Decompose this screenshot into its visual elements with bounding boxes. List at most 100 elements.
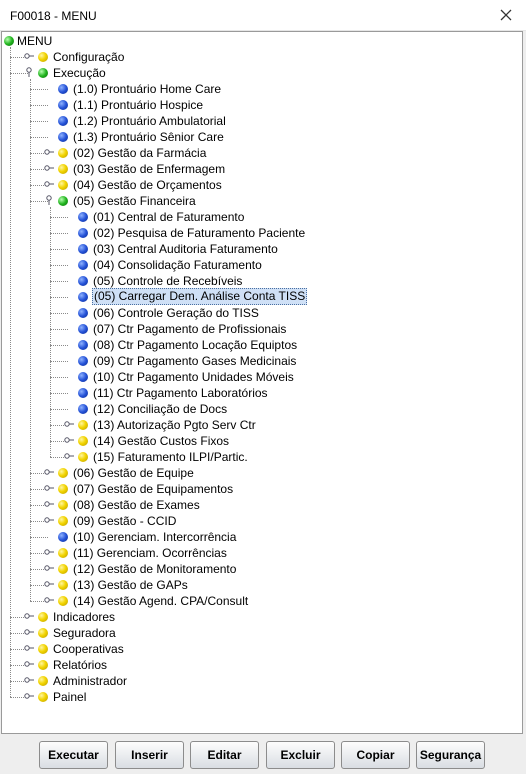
tree-node[interactable]: (09) Gestão - CCID <box>2 513 522 529</box>
expand-handle-icon[interactable] <box>44 163 54 173</box>
tree-node[interactable]: (07) Ctr Pagamento de Profissionais <box>2 321 522 337</box>
tree-node[interactable]: Execução <box>2 65 522 81</box>
yellow-ball-icon <box>78 452 88 462</box>
tree-node-label: (11) Ctr Pagamento Laboratórios <box>93 386 268 400</box>
tree-node[interactable]: (11) Gerenciam. Ocorrências <box>2 545 522 561</box>
tree-node[interactable]: (07) Gestão de Equipamentos <box>2 481 522 497</box>
expand-handle-icon[interactable] <box>44 595 54 605</box>
tree-node[interactable]: (04) Consolidação Faturamento <box>2 257 522 273</box>
tree-node[interactable]: (08) Ctr Pagamento Locação Equiptos <box>2 337 522 353</box>
tree-node[interactable]: (11) Ctr Pagamento Laboratórios <box>2 385 522 401</box>
seguranca-button[interactable]: Segurança <box>416 741 485 769</box>
yellow-ball-icon <box>58 516 68 526</box>
yellow-ball-icon <box>58 484 68 494</box>
green-ball-icon <box>58 196 68 206</box>
tree-node-label: Configuração <box>53 50 125 64</box>
tree-node-label: (12) Conciliação de Docs <box>93 402 228 416</box>
tree-node-label: (08) Ctr Pagamento Locação Equiptos <box>93 338 298 352</box>
tree-node[interactable]: (13) Autorização Pgto Serv Ctr <box>2 417 522 433</box>
tree-node[interactable]: MENU <box>2 33 522 49</box>
tree-node-label: Cooperativas <box>53 642 124 656</box>
tree-node[interactable]: (1.1) Prontuário Hospice <box>2 97 522 113</box>
tree-node[interactable]: (15) Faturamento ILPI/Partic. <box>2 449 522 465</box>
tree-node[interactable]: (12) Gestão de Monitoramento <box>2 561 522 577</box>
expand-handle-icon[interactable] <box>44 467 54 477</box>
expand-handle-icon[interactable] <box>44 547 54 557</box>
expand-handle-icon[interactable] <box>64 419 74 429</box>
tree-node[interactable]: (12) Conciliação de Docs <box>2 401 522 417</box>
tree-node[interactable]: (1.3) Prontuário Sênior Care <box>2 129 522 145</box>
tree-node[interactable]: Relatórios <box>2 657 522 673</box>
expand-handle-icon[interactable] <box>64 451 74 461</box>
tree-node[interactable]: (03) Gestão de Enfermagem <box>2 161 522 177</box>
tree-node[interactable]: (09) Ctr Pagamento Gases Medicinais <box>2 353 522 369</box>
tree-node[interactable]: Configuração <box>2 49 522 65</box>
collapse-handle-icon[interactable] <box>24 67 34 77</box>
close-button[interactable] <box>486 0 526 30</box>
expand-handle-icon[interactable] <box>44 483 54 493</box>
tree-node[interactable]: (08) Gestão de Exames <box>2 497 522 513</box>
blue-ball-icon <box>78 404 88 414</box>
tree-node[interactable]: Cooperativas <box>2 641 522 657</box>
expand-handle-icon[interactable] <box>44 515 54 525</box>
window-title: F00018 - MENU <box>10 9 97 23</box>
collapse-handle-icon[interactable] <box>44 195 54 205</box>
tree-node[interactable]: (04) Gestão de Orçamentos <box>2 177 522 193</box>
tree-node-label: (02) Pesquisa de Faturamento Paciente <box>93 226 306 240</box>
expand-handle-icon[interactable] <box>24 51 34 61</box>
blue-ball-icon <box>78 212 88 222</box>
expand-handle-icon[interactable] <box>24 659 34 669</box>
expand-handle-icon[interactable] <box>24 675 34 685</box>
tree-node-label: Painel <box>53 690 87 704</box>
blue-ball-icon <box>78 356 88 366</box>
tree-node-label: (12) Gestão de Monitoramento <box>73 562 237 576</box>
expand-handle-icon[interactable] <box>24 627 34 637</box>
tree-node[interactable]: (06) Gestão de Equipe <box>2 465 522 481</box>
tree-node[interactable]: (1.0) Prontuário Home Care <box>2 81 522 97</box>
tree-node[interactable]: Administrador <box>2 673 522 689</box>
executar-button[interactable]: Executar <box>39 741 108 769</box>
excluir-button[interactable]: Excluir <box>266 741 335 769</box>
editar-button[interactable]: Editar <box>190 741 259 769</box>
tree-node[interactable]: Painel <box>2 689 522 705</box>
tree-node[interactable]: (14) Gestão Agend. CPA/Consult <box>2 593 522 609</box>
tree-node-label: Relatórios <box>53 658 108 672</box>
yellow-ball-icon <box>38 692 48 702</box>
tree-node-label: Administrador <box>53 674 128 688</box>
menu-tree[interactable]: MENU Configuração Execução (1.0) Prontuário… <box>1 31 523 734</box>
expand-handle-icon[interactable] <box>24 691 34 701</box>
tree-node[interactable]: (02) Pesquisa de Faturamento Paciente <box>2 225 522 241</box>
tree-node[interactable]: (13) Gestão de GAPs <box>2 577 522 593</box>
expand-handle-icon[interactable] <box>44 579 54 589</box>
expand-handle-icon[interactable] <box>44 563 54 573</box>
tree-node[interactable]: (05) Gestão Financeira <box>2 193 522 209</box>
tree-node[interactable]: (02) Gestão da Farmácia <box>2 145 522 161</box>
tree-node[interactable]: (03) Central Auditoria Faturamento <box>2 241 522 257</box>
tree-node[interactable]: (10) Ctr Pagamento Unidades Móveis <box>2 369 522 385</box>
tree-node[interactable]: (01) Central de Faturamento <box>2 209 522 225</box>
expand-handle-icon[interactable] <box>44 179 54 189</box>
tree-node[interactable]: Indicadores <box>2 609 522 625</box>
tree-node[interactable]: (06) Controle Geração do TISS <box>2 305 522 321</box>
tree-node-label: (05) Controle de Recebíveis <box>93 274 243 288</box>
tree-node[interactable]: (05) Carregar Dem. Análise Conta TISS <box>2 288 522 305</box>
tree-node[interactable]: (1.2) Prontuário Ambulatorial <box>2 113 522 129</box>
tree-node[interactable]: (14) Gestão Custos Fixos <box>2 433 522 449</box>
tree-node-label: (13) Gestão de GAPs <box>73 578 188 592</box>
yellow-ball-icon <box>38 628 48 638</box>
blue-ball-icon <box>78 388 88 398</box>
blue-ball-icon <box>78 260 88 270</box>
copiar-button[interactable]: Copiar <box>341 741 410 769</box>
tree-node-label: (03) Gestão de Enfermagem <box>73 162 226 176</box>
expand-handle-icon[interactable] <box>44 499 54 509</box>
tree-node[interactable]: Seguradora <box>2 625 522 641</box>
inserir-button[interactable]: Inserir <box>115 741 184 769</box>
tree-node-label: (13) Autorização Pgto Serv Ctr <box>93 418 256 432</box>
tree-node[interactable]: (10) Gerenciam. Intercorrência <box>2 529 522 545</box>
tree-node[interactable]: (05) Controle de Recebíveis <box>2 273 522 289</box>
expand-handle-icon[interactable] <box>24 611 34 621</box>
expand-handle-icon[interactable] <box>44 147 54 157</box>
expand-handle-icon[interactable] <box>24 643 34 653</box>
yellow-ball-icon <box>58 564 68 574</box>
expand-handle-icon[interactable] <box>64 435 74 445</box>
